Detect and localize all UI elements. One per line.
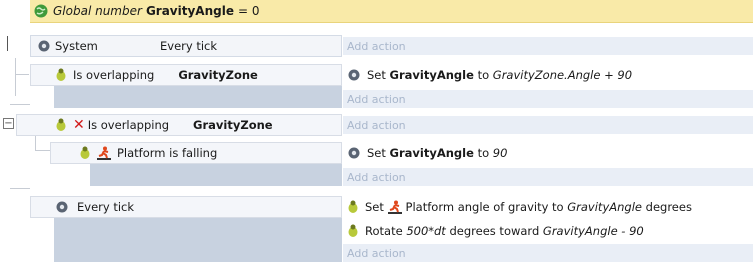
- action-middle: degrees toward: [449, 223, 540, 238]
- action-expression: 90: [492, 145, 508, 160]
- event-3-action[interactable]: Set GravityAngle to 90: [347, 142, 753, 163]
- action-middle: to: [477, 145, 490, 160]
- condition-empty-area: [54, 218, 342, 262]
- action-expression: 500*dt: [406, 223, 446, 238]
- sprite-object-icon: [347, 200, 359, 214]
- global-variable-name: GravityAngle: [145, 4, 234, 18]
- event-sheet: Global number GravityAngle = 0 System Ev…: [0, 0, 753, 262]
- event-2-condition[interactable]: ✕ Is overlapping GravityZone: [16, 114, 342, 136]
- action-variable: GravityAngle: [389, 145, 474, 160]
- sprite-object-icon: [79, 146, 91, 160]
- action-expression: GravityZone.Angle + 90: [492, 67, 633, 82]
- add-action-link[interactable]: Add action: [343, 244, 753, 262]
- collapse-toggle[interactable]: −: [3, 118, 14, 129]
- event-1-condition[interactable]: Is overlapping GravityZone: [30, 64, 342, 86]
- action-middle: Platform angle of gravity to: [405, 199, 564, 214]
- event-4-condition[interactable]: Every tick: [30, 196, 342, 218]
- add-action-link[interactable]: Add action: [343, 37, 753, 55]
- tree-line: [10, 188, 30, 189]
- global-variable-prefix: Global number: [53, 4, 142, 18]
- system-object-label: System: [55, 39, 98, 53]
- tree-line: [15, 58, 16, 96]
- global-variable-value: = 0: [237, 4, 260, 18]
- condition-empty-area: [54, 86, 342, 108]
- sprite-object-icon: [347, 224, 359, 238]
- action-expression-2: GravityAngle - 90: [542, 223, 644, 238]
- sprite-object-icon: [55, 68, 67, 82]
- invert-x-icon: ✕: [73, 117, 85, 133]
- add-action-link[interactable]: Add action: [343, 90, 753, 108]
- event-3-condition[interactable]: Platform is falling: [50, 142, 342, 164]
- system-condition-label: Every tick: [160, 39, 218, 53]
- action-variable: GravityAngle: [389, 67, 474, 82]
- tree-line: [35, 136, 36, 150]
- condition-verb: Is overlapping: [73, 68, 155, 82]
- system-every-tick-header[interactable]: System Every tick: [30, 35, 342, 57]
- gear-icon: [55, 200, 69, 214]
- globe-icon: [34, 4, 48, 18]
- event-4-action-1[interactable]: Set Platform angle of gravity to Gravity…: [347, 196, 753, 217]
- action-prefix: Set: [367, 145, 386, 160]
- global-variable-row[interactable]: Global number GravityAngle = 0: [30, 0, 753, 23]
- condition-label: Platform is falling: [117, 146, 218, 160]
- group-bracket: [7, 36, 11, 51]
- action-middle: to: [477, 67, 490, 82]
- gear-icon: [347, 146, 361, 160]
- gear-icon: [37, 39, 51, 53]
- platform-behavior-icon: [387, 200, 402, 214]
- platform-behavior-icon: [97, 146, 111, 160]
- condition-empty-area: [90, 164, 342, 186]
- event-4-action-2[interactable]: Rotate 500*dt degrees toward GravityAngl…: [347, 220, 753, 241]
- add-action-link[interactable]: Add action: [343, 168, 753, 186]
- action-suffix: degrees: [645, 199, 692, 214]
- event-1-action[interactable]: Set GravityAngle to GravityZone.Angle + …: [347, 64, 753, 85]
- condition-verb: Is overlapping: [87, 118, 170, 132]
- sprite-object-icon: [55, 118, 67, 132]
- action-prefix: Set: [365, 199, 384, 214]
- action-expression: GravityAngle: [567, 199, 642, 214]
- condition-label: Every tick: [77, 200, 135, 214]
- tree-line: [35, 150, 50, 151]
- condition-target: GravityZone: [178, 68, 258, 82]
- add-action-link[interactable]: Add action: [343, 116, 753, 134]
- tree-line: [10, 104, 30, 105]
- tree-line: [15, 74, 29, 75]
- condition-target: GravityZone: [193, 118, 273, 132]
- gear-icon: [347, 68, 361, 82]
- action-prefix: Set: [367, 67, 386, 82]
- action-prefix: Rotate: [365, 223, 403, 238]
